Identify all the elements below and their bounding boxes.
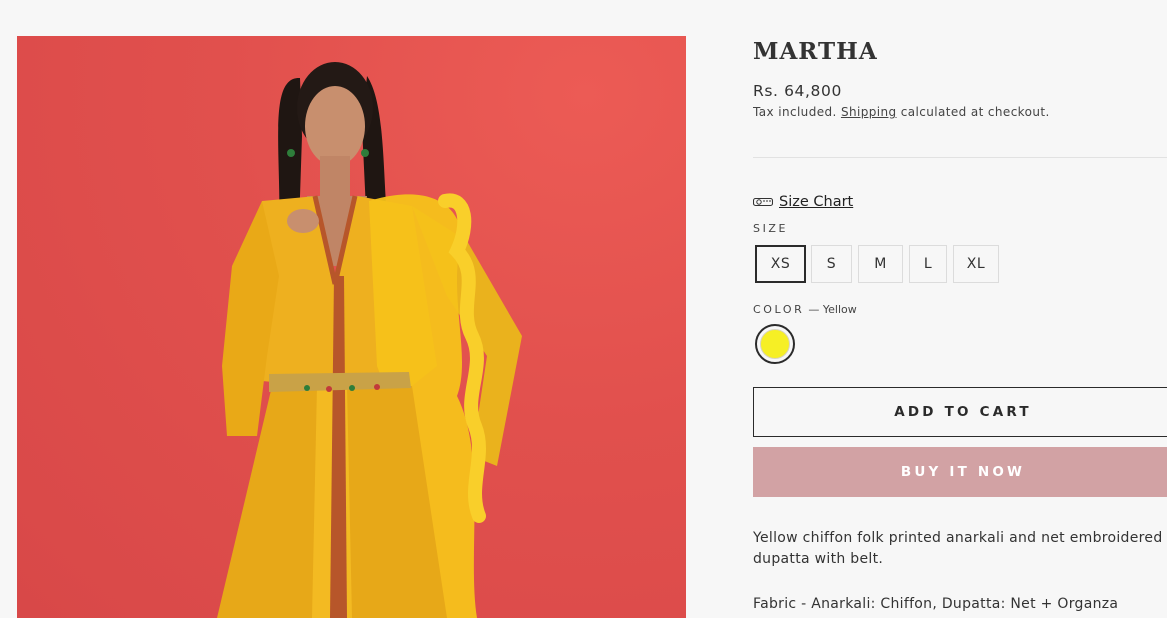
size-label: SIZE <box>753 222 789 235</box>
size-option-l[interactable]: L <box>909 245 947 283</box>
product-info: MARTHA Rs. 64,800 Tax included. Shipping… <box>753 0 1167 618</box>
size-chart-link[interactable]: Size Chart <box>753 194 853 210</box>
product-price: Rs. 64,800 <box>753 82 842 100</box>
measuring-tape-icon <box>753 197 773 207</box>
divider <box>753 157 1167 158</box>
color-label: COLOR — Yellow <box>753 303 857 316</box>
color-label-text: COLOR <box>753 303 805 316</box>
face-shape <box>305 86 365 166</box>
size-option-m[interactable]: M <box>858 245 903 283</box>
product-fabric: Fabric - Anarkali: Chiffon, Dupatta: Net… <box>753 596 1119 612</box>
size-chart-label: Size Chart <box>779 194 854 210</box>
size-option-xl[interactable]: XL <box>953 245 999 283</box>
color-swatch-yellow[interactable] <box>755 324 795 364</box>
tax-suffix: calculated at checkout. <box>900 105 1050 119</box>
product-photo-illustration <box>217 62 522 618</box>
size-option-s[interactable]: S <box>811 245 852 283</box>
product-description: Yellow chiffon folk printed anarkali and… <box>753 530 1163 567</box>
tax-prefix: Tax included. <box>753 105 837 119</box>
product-image[interactable] <box>17 36 686 618</box>
shipping-link[interactable]: Shipping <box>841 105 897 119</box>
swatch-fill <box>760 329 790 359</box>
buy-it-now-button[interactable]: BUY IT NOW <box>753 447 1167 497</box>
tax-note: Tax included. Shipping calculated at che… <box>753 105 1050 119</box>
product-title: MARTHA <box>753 38 878 65</box>
color-selected-value: — Yellow <box>808 303 857 316</box>
size-option-xs[interactable]: XS <box>755 245 806 283</box>
add-to-cart-button[interactable]: ADD TO CART <box>753 387 1167 437</box>
